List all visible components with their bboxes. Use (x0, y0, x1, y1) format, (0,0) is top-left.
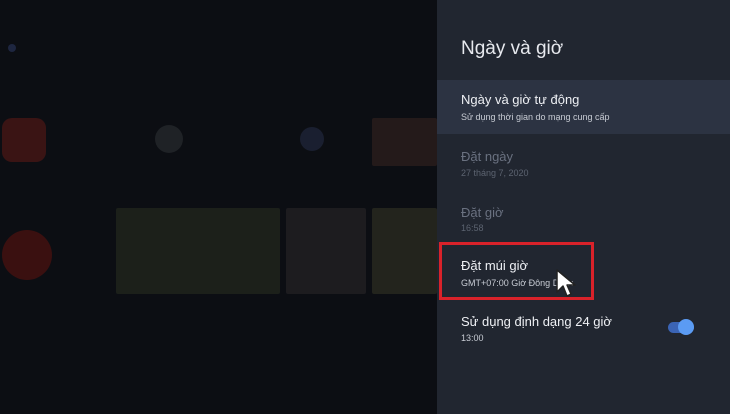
home-screen-backdrop (0, 0, 437, 414)
item-title: Ngày và giờ tự động (461, 92, 580, 107)
video-thumbnail (286, 208, 366, 294)
video-thumbnail (372, 208, 437, 294)
mouse-pointer-icon (556, 269, 576, 297)
app-icon (155, 125, 183, 153)
launcher-dot (8, 44, 16, 52)
set-date-item[interactable]: Đặt ngày 27 tháng 7, 2020 (437, 140, 730, 190)
item-subtitle: 13:00 (461, 333, 484, 343)
date-time-settings-panel: Ngày và giờ Ngày và giờ tự động Sử dụng … (437, 0, 730, 414)
app-icon (300, 127, 324, 151)
item-subtitle: Sử dụng thời gian do mạng cung cấp (461, 112, 610, 122)
item-title: Đặt giờ (461, 205, 504, 220)
auto-date-time-item[interactable]: Ngày và giờ tự động Sử dụng thời gian do… (437, 80, 730, 134)
youtube-app-icon (2, 230, 52, 280)
panel-title: Ngày và giờ (461, 38, 564, 59)
youtube-tile (372, 118, 437, 166)
item-title: Sử dụng định dạng 24 giờ (461, 314, 612, 329)
toggle-knob (678, 319, 694, 335)
item-title: Đặt ngày (461, 149, 514, 164)
set-time-item[interactable]: Đặt giờ 16:58 (437, 196, 730, 244)
item-subtitle: 16:58 (461, 223, 484, 233)
app-drawer-icon (2, 118, 46, 162)
item-subtitle: 27 tháng 7, 2020 (461, 168, 529, 178)
video-thumbnail (116, 208, 280, 294)
